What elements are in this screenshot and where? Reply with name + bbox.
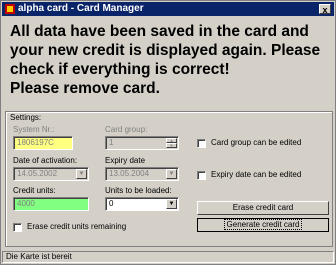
erase-credit-card-button[interactable]: Erase credit card — [197, 201, 329, 215]
chevron-down-icon[interactable]: ▼ — [76, 169, 87, 179]
card-group-value: 1 — [109, 138, 114, 147]
generate-credit-card-label: Generate credit card — [223, 219, 303, 230]
units-to-load-label: Units to be loaded: — [105, 186, 172, 195]
generate-credit-card-button[interactable]: Generate credit card — [197, 218, 329, 232]
chevron-down-icon[interactable]: ▼ — [166, 169, 177, 179]
spin-buttons[interactable]: ▲ ▼ — [166, 138, 177, 148]
message-line: check if everything is correct! — [10, 61, 230, 78]
spin-down-icon[interactable]: ▼ — [166, 143, 177, 148]
credit-units-field[interactable]: 4000 — [13, 197, 89, 211]
units-to-load-select[interactable]: 0 ▼ — [105, 197, 179, 211]
card-group-editable-checkbox[interactable] — [197, 139, 206, 148]
expiry-date-label: Expiry date — [105, 156, 146, 165]
message-line: your new credit is displayed again. Plea… — [10, 42, 321, 59]
date-of-activation-value: 14.05.2002 — [17, 169, 58, 178]
chevron-down-icon[interactable]: ▼ — [166, 199, 177, 209]
status-bar: Die Karte ist bereit — [2, 251, 334, 263]
system-nr-label: System Nr.: — [13, 125, 55, 134]
message-line: All data have been saved in the card and — [10, 23, 309, 40]
expiry-date-field[interactable]: 13.05.2004 ▼ — [105, 167, 179, 181]
system-nr-field[interactable]: 1806197C — [13, 136, 73, 150]
expiry-date-value: 13.05.2004 — [109, 169, 150, 178]
window-title: alpha card - Card Manager — [18, 3, 144, 14]
date-of-activation-field[interactable]: 14.05.2002 ▼ — [13, 167, 89, 181]
app-icon — [5, 4, 15, 14]
expiry-date-editable-label: Expiry date can be edited — [211, 170, 302, 179]
date-of-activation-label: Date of activation: — [13, 156, 78, 165]
expiry-date-editable-checkbox[interactable] — [197, 171, 206, 180]
card-group-editable-label: Card group can be edited — [211, 138, 302, 147]
card-manager-window: alpha card - Card Manager x All data hav… — [0, 0, 336, 265]
status-message: All data have been saved in the card and… — [10, 22, 332, 98]
credit-units-label: Credit units: — [13, 186, 56, 195]
erase-remaining-checkbox[interactable] — [13, 223, 22, 232]
card-group-spinner[interactable]: 1 ▲ ▼ — [105, 136, 179, 150]
message-line: Please remove card. — [10, 80, 160, 97]
units-to-load-value: 0 — [109, 199, 114, 208]
settings-legend: Settings: — [9, 113, 43, 122]
card-group-label: Card group: — [105, 125, 148, 134]
close-button[interactable]: x — [319, 4, 331, 15]
erase-remaining-label: Erase credit units remaining — [27, 222, 127, 231]
title-bar[interactable]: alpha card - Card Manager x — [2, 2, 334, 16]
